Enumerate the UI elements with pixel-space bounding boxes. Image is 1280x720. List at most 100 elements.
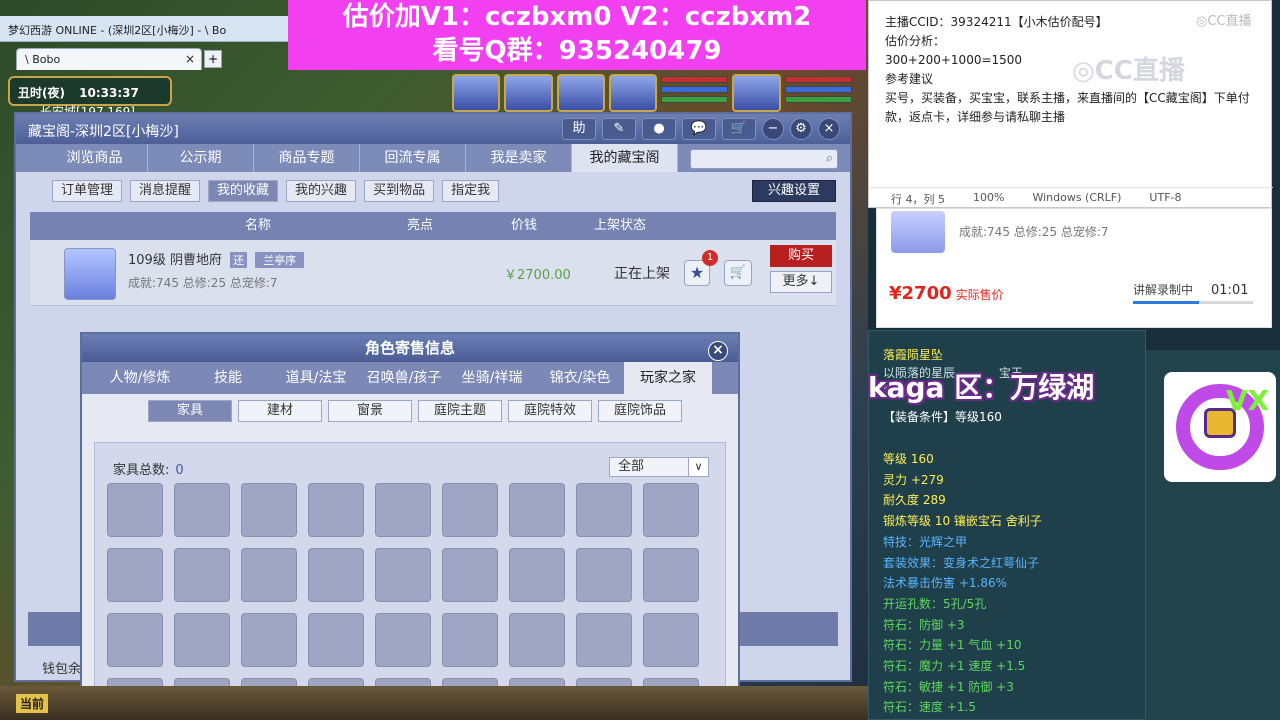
col-price: 价钱 xyxy=(510,218,537,233)
search-input[interactable]: ⌕ xyxy=(690,149,838,169)
equip-attribute-line: 特技：光辉之甲 xyxy=(883,534,968,549)
tab-items[interactable]: 道具/法宝 xyxy=(272,362,360,394)
new-tab-button[interactable]: + xyxy=(204,50,222,68)
clock-time: 10:33:37 xyxy=(79,86,139,100)
sub-messages[interactable]: 消息提醒 xyxy=(130,180,201,202)
dialog-close-icon[interactable]: × xyxy=(708,341,728,361)
furniture-slot[interactable] xyxy=(643,613,699,667)
tab-skills[interactable]: 技能 xyxy=(184,362,272,394)
window-title: 梦幻西游 ONLINE - (深圳2区[小梅沙] - \ Bo xyxy=(0,16,290,42)
help-icon[interactable]: 助 xyxy=(562,118,596,140)
furniture-slot[interactable] xyxy=(509,483,565,537)
interest-settings-button[interactable]: 兴趣设置 xyxy=(752,180,836,202)
current-channel-button[interactable]: 当前 xyxy=(16,694,49,713)
furniture-slot[interactable] xyxy=(509,548,565,602)
nav-public[interactable]: 公示期 xyxy=(148,144,254,172)
subtab-windows[interactable]: 窗景 xyxy=(328,400,412,422)
role-stats: 成就:745 总修:25 总宠修:7 xyxy=(128,276,278,290)
furniture-slot[interactable] xyxy=(509,613,565,667)
furniture-slot[interactable] xyxy=(241,548,297,602)
browser-tab[interactable]: \ Bobo × xyxy=(16,48,202,70)
furniture-filter-select[interactable]: 全部 ∨ xyxy=(609,457,709,477)
banner-line-1: 估价加V1：cczbxm0 V2：cczbxm2 xyxy=(342,2,812,32)
furniture-slot[interactable] xyxy=(442,613,498,667)
minimize-icon[interactable]: − xyxy=(762,118,784,140)
product-stats: 成就:745 总修:25 总宠修:7 xyxy=(959,225,1109,239)
tab-mounts[interactable]: 坐骑/祥瑞 xyxy=(448,362,536,394)
product-card[interactable]: 成就:745 总修:25 总宠修:7 ¥2700 实际售价 讲解录制中 01:01 xyxy=(876,208,1272,328)
add-cart-icon[interactable]: 🛒 xyxy=(724,260,752,286)
tab-character[interactable]: 人物/修炼 xyxy=(96,362,184,394)
nav-my-cbg[interactable]: 我的藏宝阁 xyxy=(572,144,678,172)
furniture-slot[interactable] xyxy=(576,548,632,602)
furniture-slot[interactable] xyxy=(174,548,230,602)
more-button[interactable]: 更多↓ xyxy=(770,271,832,293)
sub-orders[interactable]: 订单管理 xyxy=(52,180,123,202)
party-portrait[interactable] xyxy=(608,74,658,112)
record-icon[interactable]: ● xyxy=(642,118,676,140)
gear-icon[interactable]: ⚙ xyxy=(790,118,812,140)
subtab-materials[interactable]: 建材 xyxy=(238,400,322,422)
party-portrait[interactable] xyxy=(732,74,781,112)
furniture-slot[interactable] xyxy=(375,483,431,537)
furniture-slot[interactable] xyxy=(643,483,699,537)
furniture-slot[interactable] xyxy=(241,483,297,537)
edit-icon[interactable]: ✎ xyxy=(602,118,636,140)
equip-attribute-line: 符石：力量 +1 气血 +10 xyxy=(883,638,1022,653)
subtab-furniture[interactable]: 家具 xyxy=(148,400,232,422)
furniture-slot[interactable] xyxy=(643,548,699,602)
furniture-slot[interactable] xyxy=(308,483,364,537)
tab-outfits[interactable]: 锦衣/染色 xyxy=(536,362,624,394)
chevron-down-icon[interactable]: ∨ xyxy=(688,458,708,476)
tab-pets[interactable]: 召唤兽/孩子 xyxy=(360,362,448,394)
nav-return[interactable]: 回流专属 xyxy=(360,144,466,172)
tab-close-icon[interactable]: × xyxy=(185,52,195,66)
furniture-slot[interactable] xyxy=(442,548,498,602)
furniture-slot[interactable] xyxy=(375,613,431,667)
dialog-title: 角色寄售信息 × xyxy=(82,334,738,362)
equip-attribute-line: 符石：魔力 +1 速度 +1.5 xyxy=(883,659,1026,673)
nav-seller[interactable]: 我是卖家 xyxy=(466,144,572,172)
equip-attribute-line: 等级 160 xyxy=(883,452,934,466)
party-portrait[interactable] xyxy=(504,74,553,112)
nav-browse[interactable]: 浏览商品 xyxy=(42,144,148,172)
furniture-slot[interactable] xyxy=(576,613,632,667)
role-level: 109级 阴曹地府 xyxy=(128,253,222,268)
search-icon[interactable]: ⌕ xyxy=(826,151,833,166)
subtab-yard-effects[interactable]: 庭院特效 xyxy=(508,400,592,422)
furniture-slot[interactable] xyxy=(241,613,297,667)
sub-bought[interactable]: 买到物品 xyxy=(364,180,435,202)
subtab-yard-theme[interactable]: 庭院主题 xyxy=(418,400,502,422)
furniture-slot[interactable] xyxy=(442,483,498,537)
furniture-slot[interactable] xyxy=(375,548,431,602)
furniture-total-label: 家具总数: xyxy=(113,463,170,478)
furniture-slot[interactable] xyxy=(107,548,163,602)
furniture-slot[interactable] xyxy=(107,613,163,667)
furniture-panel: 家具总数: 0 全部 ∨ xyxy=(94,442,726,720)
party-portrait[interactable] xyxy=(452,74,501,112)
nav-topics[interactable]: 商品专题 xyxy=(254,144,360,172)
wallet-label: 钱包余 xyxy=(42,662,82,677)
furniture-slot[interactable] xyxy=(174,613,230,667)
furniture-slot[interactable] xyxy=(107,483,163,537)
furniture-slot[interactable] xyxy=(576,483,632,537)
listing-status: 正在上架 xyxy=(614,266,670,282)
cart-icon[interactable]: 🛒 xyxy=(722,118,756,140)
role-price: ￥2700.00 xyxy=(504,268,571,283)
table-row[interactable]: 109级 阴曹地府 还 兰亭序 成就:745 总修:25 总宠修:7 ￥2700… xyxy=(30,240,836,306)
sub-interests[interactable]: 我的兴趣 xyxy=(286,180,357,202)
furniture-slot[interactable] xyxy=(308,613,364,667)
subtab-yard-decor[interactable]: 庭院饰品 xyxy=(598,400,682,422)
close-icon[interactable]: × xyxy=(818,118,840,140)
furniture-slot[interactable] xyxy=(308,548,364,602)
equip-condition: 【装备条件】等级160 xyxy=(883,410,1002,424)
furniture-slot[interactable] xyxy=(174,483,230,537)
party-portrait[interactable] xyxy=(556,74,605,112)
sub-assigned[interactable]: 指定我 xyxy=(442,180,500,202)
tab-home[interactable]: 玩家之家 xyxy=(624,362,712,394)
buy-button[interactable]: 购买 xyxy=(770,245,832,267)
party-portraits xyxy=(452,74,853,114)
chat-icon[interactable]: 💬 xyxy=(682,118,716,140)
sub-favorites[interactable]: 我的收藏 xyxy=(208,180,279,202)
favorite-count-badge: 1 xyxy=(702,250,718,266)
